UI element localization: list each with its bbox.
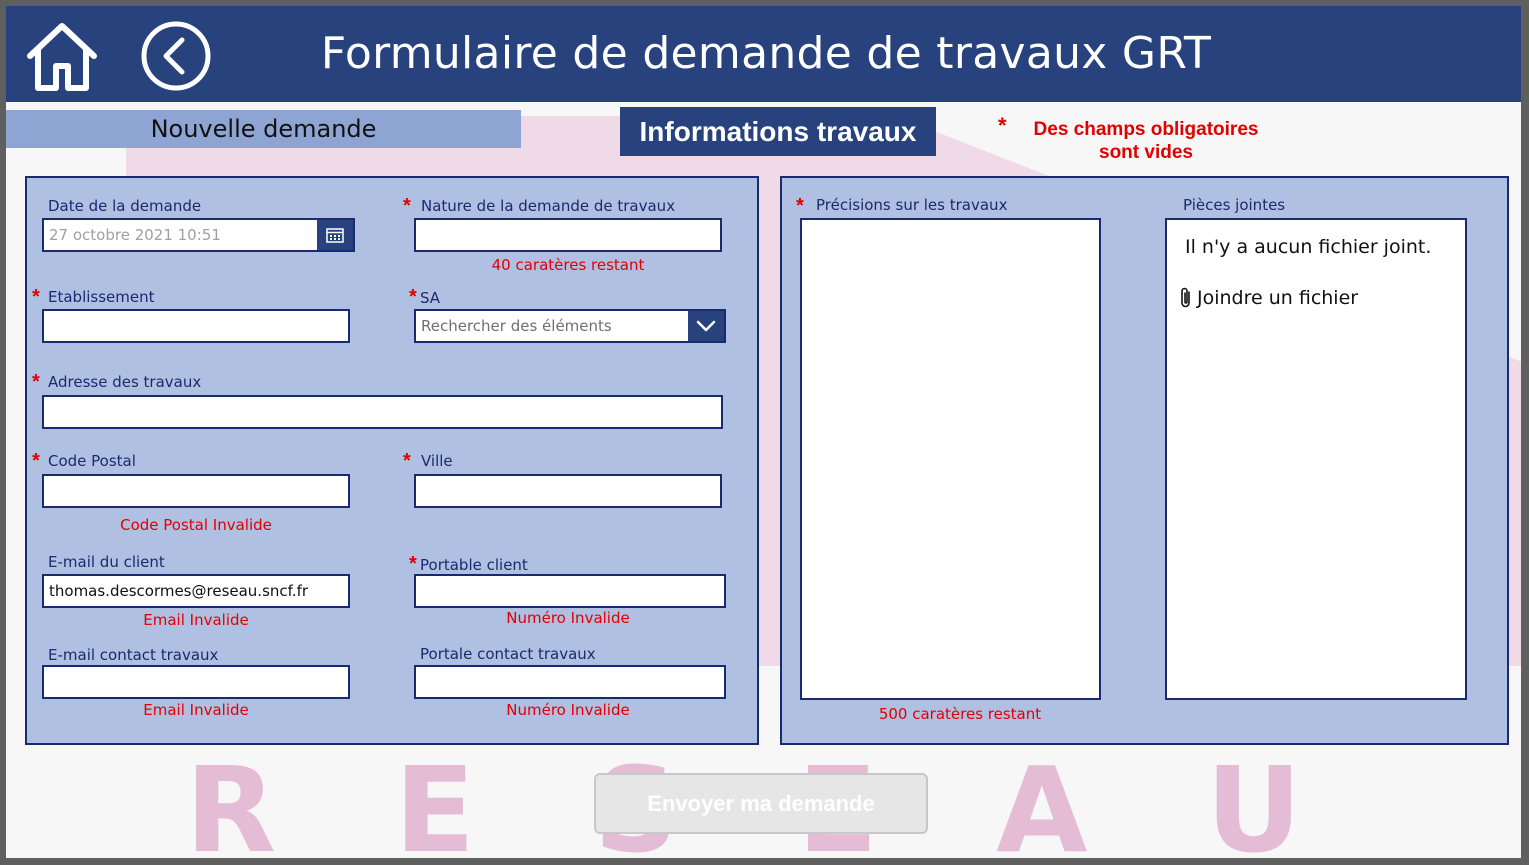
- required-star: *: [998, 113, 1007, 138]
- warning-line-1: Des champs obligatoires: [1033, 119, 1259, 140]
- attachments-box: Il n'y a aucun fichier joint. Joindre un…: [1165, 218, 1467, 700]
- required-fields-warning: * Des champs obligatoires sont vides: [996, 114, 1296, 164]
- ville-label: Ville: [421, 452, 453, 470]
- code-postal-error: Code Postal Invalide: [120, 516, 272, 534]
- sa-dropdown-button[interactable]: [688, 311, 724, 341]
- sa-label: SA: [420, 289, 441, 307]
- sa-combobox[interactable]: Rechercher des éléments: [414, 309, 726, 343]
- code-postal-input[interactable]: [42, 474, 350, 508]
- nature-label: Nature de la demande de travaux: [421, 197, 676, 215]
- tab-informations-travaux[interactable]: Informations travaux: [620, 107, 936, 156]
- precisions-textarea[interactable]: [800, 218, 1101, 700]
- email-contact-label: E-mail contact travaux: [48, 646, 219, 664]
- pieces-jointes-label: Pièces jointes: [1183, 196, 1286, 214]
- portable-client-input[interactable]: [414, 574, 726, 608]
- watermark-letter: R: [185, 741, 277, 858]
- etablissement-input[interactable]: [42, 309, 350, 343]
- portable-contact-input[interactable]: [414, 665, 726, 699]
- send-request-button[interactable]: Envoyer ma demande: [594, 773, 928, 834]
- ville-input[interactable]: [414, 474, 722, 508]
- request-info-panel: Date de la demande 27 octobre 2021 10:51…: [25, 176, 759, 745]
- required-star: *: [409, 286, 417, 308]
- tab-nouvelle-demande[interactable]: Nouvelle demande: [6, 110, 521, 148]
- adresse-label: Adresse des travaux: [48, 373, 202, 391]
- chevron-down-icon: [696, 320, 716, 332]
- email-client-label: E-mail du client: [48, 553, 165, 571]
- chevron-left-circle-icon: [141, 21, 211, 91]
- warning-line-2: sont vides: [1099, 142, 1193, 163]
- no-attachment-text: Il n'y a aucun fichier joint.: [1185, 236, 1432, 258]
- email-client-input[interactable]: thomas.descormes@reseau.sncf.fr: [42, 574, 350, 608]
- date-field[interactable]: 27 octobre 2021 10:51: [42, 218, 355, 252]
- attach-file-label: Joindre un fichier: [1197, 287, 1359, 309]
- app-screen: R E S E A U Formulaire de demande de tra…: [6, 6, 1521, 858]
- required-star: *: [32, 286, 40, 308]
- required-star: *: [32, 450, 40, 472]
- watermark-letter: E: [394, 741, 476, 858]
- precisions-label: Précisions sur les travaux: [816, 196, 1008, 214]
- email-contact-error: Email Invalide: [143, 701, 249, 719]
- back-button[interactable]: [140, 20, 212, 92]
- home-button[interactable]: [24, 20, 100, 92]
- etablissement-label: Etablissement: [48, 288, 155, 306]
- required-star: *: [403, 450, 411, 472]
- calendar-icon: [326, 228, 344, 243]
- paperclip-icon: [1181, 287, 1190, 308]
- page-title: Formulaire de demande de travaux GRT: [320, 28, 1212, 79]
- code-postal-label: Code Postal: [48, 452, 136, 470]
- date-value: 27 octobre 2021 10:51: [49, 226, 221, 244]
- work-details-panel: * Précisions sur les travaux 500 caratèr…: [780, 176, 1509, 745]
- watermark-letter: A: [996, 741, 1088, 858]
- required-star: *: [403, 195, 411, 217]
- home-icon: [27, 23, 97, 91]
- calendar-button[interactable]: [317, 220, 353, 250]
- precisions-counter: 500 caratères restant: [878, 705, 1042, 723]
- nature-input[interactable]: [414, 218, 722, 252]
- portable-client-label: Portable client: [420, 556, 528, 574]
- required-star: *: [32, 371, 40, 393]
- nature-counter: 40 caratères restant: [491, 256, 645, 274]
- portable-client-error: Numéro Invalide: [506, 609, 630, 627]
- attach-file-link[interactable]: Joindre un fichier: [1179, 286, 1358, 310]
- required-star: *: [409, 553, 417, 575]
- watermark-letter: U: [1205, 741, 1302, 858]
- adresse-input[interactable]: [42, 395, 723, 429]
- portable-contact-label: Portale contact travaux: [420, 645, 596, 663]
- date-label: Date de la demande: [48, 197, 202, 215]
- email-contact-input[interactable]: [42, 665, 350, 699]
- email-client-error: Email Invalide: [143, 611, 249, 629]
- required-star: *: [796, 195, 804, 217]
- sa-placeholder: Rechercher des éléments: [421, 317, 612, 335]
- header-bar: Formulaire de demande de travaux GRT: [6, 6, 1521, 102]
- portable-contact-error: Numéro Invalide: [506, 701, 630, 719]
